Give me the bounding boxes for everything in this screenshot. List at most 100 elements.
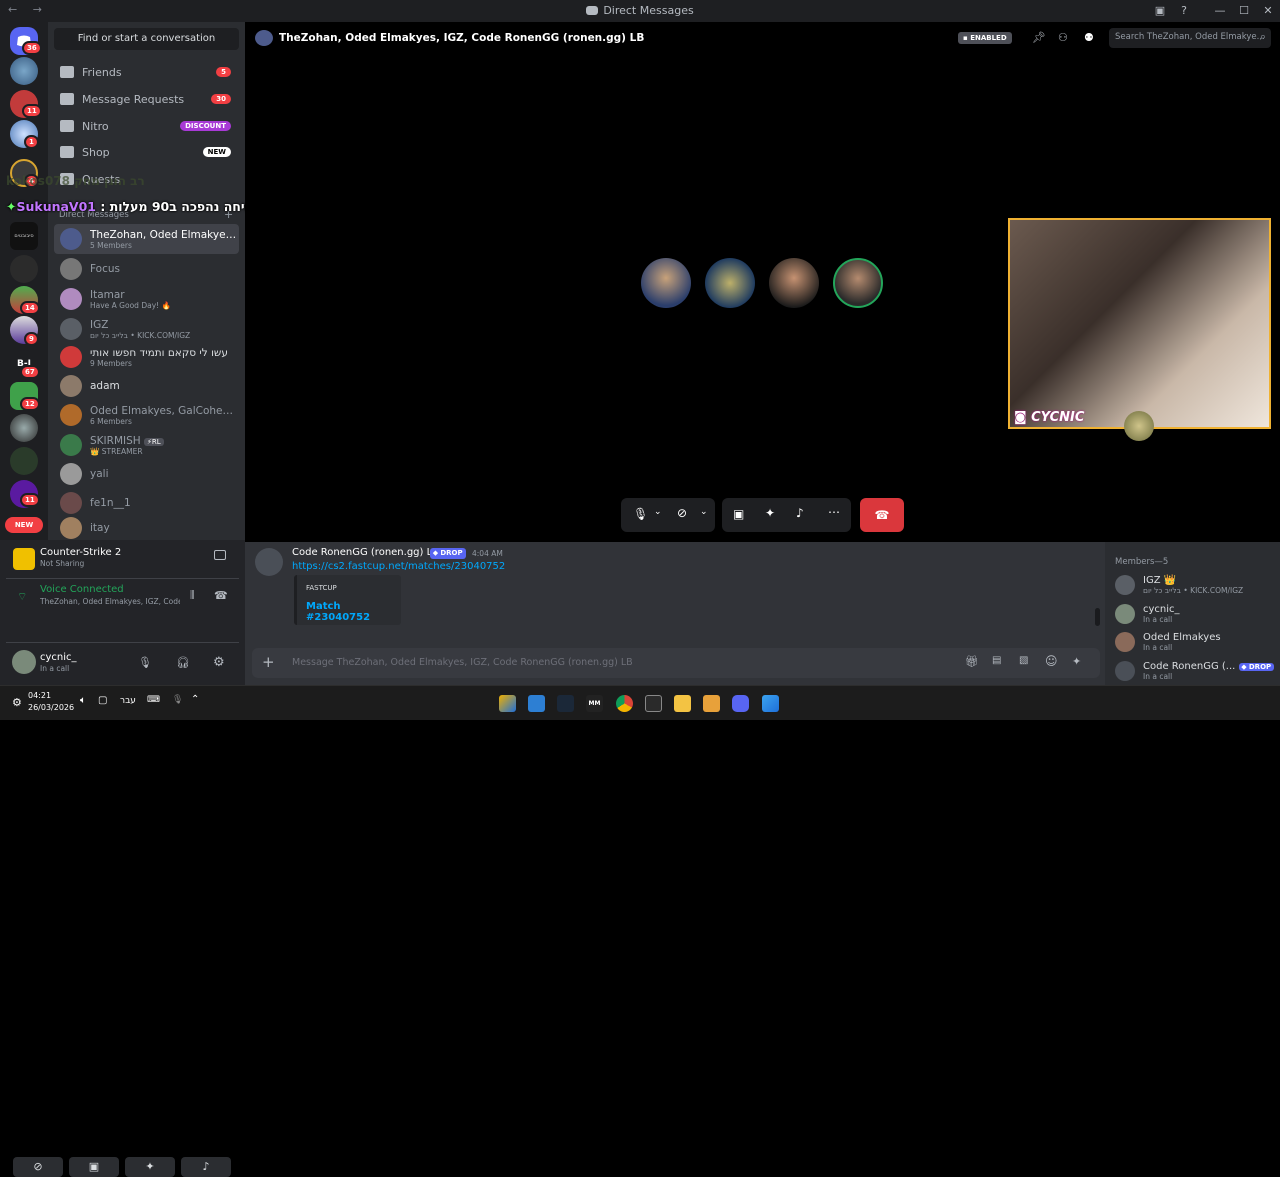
- nav-friends[interactable]: Friends 5: [54, 60, 239, 84]
- participant-avatar[interactable]: [705, 258, 755, 308]
- server-icon[interactable]: [10, 414, 38, 442]
- noise-suppression-icon[interactable]: ⫼: [190, 590, 195, 601]
- members-icon[interactable]: ⚉: [1084, 31, 1094, 44]
- emoji-icon[interactable]: ☺: [1045, 654, 1058, 668]
- server-icon[interactable]: [10, 57, 38, 85]
- disconnect-icon[interactable]: ☎: [214, 589, 228, 602]
- soundboard-button[interactable]: ♪: [181, 1157, 231, 1177]
- chevron-down-icon[interactable]: ⌄: [654, 507, 662, 517]
- member-igz[interactable]: IGZ 👑 בלייב כל יום • KICK.COM/IGZ: [1115, 571, 1280, 599]
- help-icon[interactable]: ?: [1172, 0, 1196, 22]
- search-input[interactable]: Search TheZohan, Oded Elmakye... ⌕: [1109, 28, 1271, 48]
- gift-icon[interactable]: 🎁︎: [965, 655, 979, 668]
- avatar[interactable]: [12, 650, 36, 674]
- maximize-button[interactable]: ☐: [1232, 0, 1256, 22]
- minimize-button[interactable]: —: [1208, 0, 1232, 22]
- dm-item-yali[interactable]: yali: [54, 459, 239, 489]
- message-author[interactable]: Code RonenGG (ronen.gg) LB: [292, 547, 439, 558]
- dm-item-skirmish[interactable]: SKIRMISH ⚡RL 👑 STREAMER: [54, 430, 239, 460]
- clock-date[interactable]: 26/03/2026: [28, 703, 74, 712]
- app-icon[interactable]: [499, 695, 516, 712]
- dm-item-focus[interactable]: Focus: [54, 254, 239, 284]
- avatar: [255, 548, 283, 576]
- embed-title[interactable]: Match #23040752: [306, 601, 401, 623]
- activities-button[interactable]: ✦: [125, 1157, 175, 1177]
- microphone-icon[interactable]: 🎙︎: [633, 507, 648, 521]
- mm-icon[interactable]: MM: [586, 695, 603, 712]
- message-input[interactable]: + Message TheZohan, Oded Elmakyes, IGZ, …: [252, 648, 1100, 678]
- mic-icon[interactable]: 🎙︎: [172, 695, 183, 705]
- file-explorer-icon[interactable]: [674, 695, 691, 712]
- inbox-icon[interactable]: ▣: [1148, 0, 1172, 22]
- microphone-icon[interactable]: 🎙︎: [138, 656, 152, 669]
- gif-icon[interactable]: ▤: [992, 655, 1001, 666]
- participant-avatar[interactable]: [769, 258, 819, 308]
- dm-item-group2[interactable]: עשו לי סקאם ותמיד חפשו אותי 9 Members: [54, 342, 239, 372]
- folder-icon[interactable]: [703, 695, 720, 712]
- dm-item-itamar[interactable]: Itamar Have A Good Day! 🔥: [54, 284, 239, 314]
- headphones-icon[interactable]: 🎧︎: [176, 656, 190, 669]
- screen-share-icon[interactable]: ▣: [733, 507, 744, 521]
- member-ronengg[interactable]: Code RonenGG (... ⬥ DROP In a call: [1115, 657, 1280, 685]
- member-cycnic[interactable]: cycnic_ In a call: [1115, 600, 1280, 628]
- chevron-up-icon[interactable]: ⌃: [191, 694, 199, 705]
- language-indicator[interactable]: עבר: [120, 696, 136, 706]
- clock-time[interactable]: 04:21: [28, 691, 51, 700]
- voice-channel[interactable]: TheZohan, Oded Elmakyes, IGZ, Code ...: [40, 597, 180, 606]
- keyboard-icon[interactable]: ⌨: [147, 695, 160, 705]
- dm-item-group3[interactable]: Oded Elmakyes, GalCohen, SK...6 Members: [54, 400, 239, 430]
- epic-games-icon[interactable]: [645, 695, 662, 712]
- member-oded[interactable]: Oded Elmakyes In a call: [1115, 628, 1280, 656]
- server-icon[interactable]: [10, 447, 38, 475]
- avatar: [60, 228, 82, 250]
- discord-icon[interactable]: [732, 695, 749, 712]
- volume-icon[interactable]: 🔈︎: [80, 695, 86, 706]
- activities-icon[interactable]: ✦: [765, 506, 775, 520]
- more-options-icon[interactable]: ⋯: [828, 505, 840, 519]
- nav-shop[interactable]: Shop NEW: [54, 140, 239, 164]
- scrollbar[interactable]: [1095, 608, 1100, 626]
- chrome-icon[interactable]: [616, 695, 633, 712]
- apps-icon[interactable]: ✦: [1072, 655, 1081, 668]
- sticker-icon[interactable]: ▧: [1019, 655, 1028, 666]
- soundboard-icon[interactable]: ♪: [796, 506, 804, 520]
- pin-icon[interactable]: 📌︎: [1032, 31, 1046, 44]
- embed-provider: FASTCUP: [306, 584, 337, 592]
- dm-item-igz[interactable]: IGZ בלייב כל יום • KICK.COM/IGZ: [54, 314, 239, 344]
- dm-item-itay[interactable]: itay: [54, 517, 239, 539]
- avatar: [60, 463, 82, 485]
- new-servers-badge[interactable]: NEW: [5, 517, 43, 533]
- nav-message-requests[interactable]: Message Requests 30: [54, 87, 239, 111]
- dm-item-group[interactable]: TheZohan, Oded Elmakyes, IG...5 Members: [54, 224, 239, 254]
- camera-off-button[interactable]: ⊘: [13, 1157, 63, 1177]
- notepad-icon[interactable]: [528, 695, 545, 712]
- dm-item-adam[interactable]: adam: [54, 371, 239, 401]
- share-screen-icon[interactable]: [214, 550, 226, 560]
- dm-item-fe1n[interactable]: fe1n__1: [54, 488, 239, 518]
- close-button[interactable]: ✕: [1256, 0, 1280, 22]
- participant-avatar[interactable]: [641, 258, 691, 308]
- mention-badge: 12: [20, 397, 40, 411]
- network-icon[interactable]: ▢: [98, 695, 107, 706]
- add-attachment-icon[interactable]: +: [262, 653, 275, 671]
- server-icon[interactable]: סיבובטים: [10, 222, 38, 250]
- settings-gear-icon[interactable]: ⚙: [213, 655, 225, 670]
- members-list: Members—5 IGZ 👑 בלייב כל יום • KICK.COM/I…: [1105, 542, 1280, 685]
- add-friend-icon[interactable]: ⚇: [1058, 31, 1068, 44]
- screen-share-button[interactable]: ▣: [69, 1157, 119, 1177]
- voice-controls: 🎙︎ ⌄ ⊘ ⌄: [621, 498, 715, 532]
- message-link[interactable]: https://cs2.fastcup.net/matches/23040752: [292, 561, 505, 572]
- windows-start-icon[interactable]: [762, 695, 779, 712]
- nav-nitro[interactable]: Nitro DISCOUNT: [54, 114, 239, 138]
- leave-call-button[interactable]: ☎: [860, 498, 904, 532]
- webcam-stream[interactable]: ◙ CYCNIC: [1008, 218, 1271, 441]
- server-icon[interactable]: [10, 255, 38, 283]
- find-conversation-button[interactable]: Find or start a conversation: [54, 28, 239, 50]
- taskbar: ⚙ 04:21 26/03/2026 🔈︎ ▢ עבר ⌨ 🎙︎ ⌃ MM: [0, 685, 1280, 720]
- chevron-down-icon[interactable]: ⌄: [700, 507, 708, 517]
- steam-icon[interactable]: [557, 695, 574, 712]
- mention-badge: 11: [20, 493, 40, 507]
- weather-icon[interactable]: ⚙: [12, 696, 22, 709]
- camera-off-icon[interactable]: ⊘: [677, 506, 687, 520]
- participant-avatar-speaking[interactable]: [833, 258, 883, 308]
